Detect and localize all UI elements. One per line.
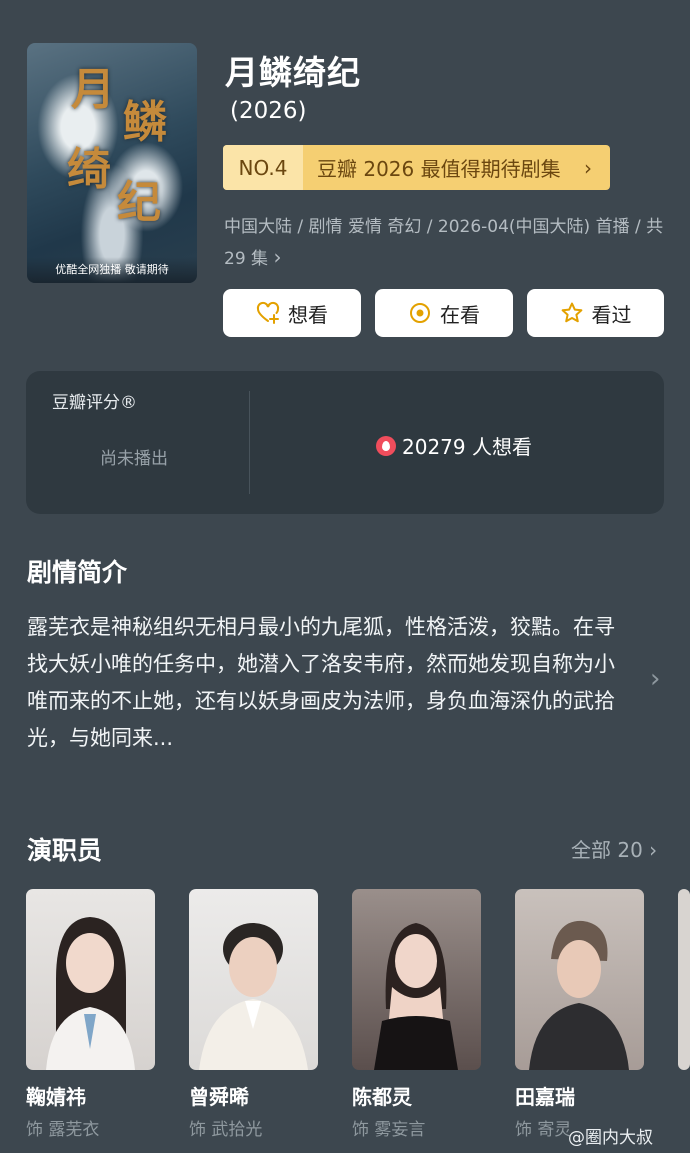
cast-portrait (374, 923, 458, 1070)
cast-photo[interactable] (515, 889, 644, 1070)
synopsis-text[interactable]: 露芜衣是神秘组织无相月最小的九尾狐，性格活泼，狡黠。在寻找大妖小唯的任务中，她潜… (27, 609, 627, 757)
cast-role: 饰 露芜衣 (26, 1120, 100, 1140)
poster-title-char: 绮 (67, 144, 111, 195)
chevron-right-icon: › (584, 155, 592, 180)
cast-photo[interactable] (189, 889, 318, 1070)
cast-role: 饰 寄灵 (515, 1120, 572, 1140)
chevron-right-icon: › (273, 245, 282, 269)
ranking-label: 豆瓣 2026 最值得期待剧集 (317, 157, 561, 181)
ranking-number: NO.4 (223, 145, 303, 190)
chevron-right-icon[interactable]: › (650, 664, 660, 694)
wish-count-text: 20279 人想看 (402, 435, 532, 459)
watching-button[interactable]: 在看 (375, 289, 513, 337)
rating-divider (249, 391, 250, 494)
fire-icon (376, 435, 396, 456)
cast-role: 饰 武拾光 (189, 1120, 263, 1140)
cast-photo[interactable] (678, 889, 690, 1070)
cast-portrait (46, 917, 135, 1070)
cast-name[interactable]: 曾舜晞 (189, 1081, 249, 1110)
cast-photo[interactable] (352, 889, 481, 1070)
ranking-badge[interactable]: NO.4 豆瓣 2026 最值得期待剧集 › (223, 145, 610, 190)
watermark: @圈内大叔 (568, 1128, 653, 1148)
cast-role: 饰 雾妄言 (352, 1120, 426, 1140)
cast-name[interactable]: 陈都灵 (352, 1081, 412, 1110)
show-title: 月鳞绮纪 (225, 53, 361, 92)
cast-photo[interactable] (26, 889, 155, 1070)
poster-title-char: 月 (71, 64, 115, 115)
want-to-watch-button[interactable]: 想看 (223, 289, 361, 337)
target-icon (410, 303, 430, 323)
want-to-watch-label: 想看 (288, 302, 328, 327)
poster-title-char: 鳞 (123, 97, 167, 148)
cast-heading: 演职员 (27, 836, 103, 865)
poster-title-char: 纪 (117, 177, 161, 228)
poster-caption: 优酷全网独播 敬请期待 (27, 257, 197, 283)
show-year: (2026) (230, 98, 307, 124)
rating-label: 豆瓣评分® (52, 393, 137, 413)
synopsis-heading: 剧情简介 (27, 558, 128, 587)
watched-button[interactable]: 看过 (527, 289, 664, 337)
rating-status: 尚未播出 (100, 449, 168, 469)
cast-portrait (199, 923, 308, 1070)
show-meta-text: 中国大陆 / 剧情 爱情 奇幻 / 2026-04(中国大陆) 首播 / 共 2… (224, 217, 664, 269)
show-meta[interactable]: 中国大陆 / 剧情 爱情 奇幻 / 2026-04(中国大陆) 首播 / 共 2… (224, 212, 664, 274)
cast-name[interactable]: 田嘉瑞 (515, 1081, 575, 1110)
watching-label: 在看 (440, 302, 480, 327)
cast-all-link[interactable]: 全部 20 › (571, 834, 657, 863)
star-icon (561, 302, 582, 323)
wish-count: 20279 人想看 (376, 431, 532, 460)
poster-image[interactable]: 月 鳞 绮 纪 优酷全网独播 敬请期待 (27, 43, 197, 283)
cast-name[interactable]: 鞠婧祎 (26, 1081, 86, 1110)
cast-portrait (529, 920, 629, 1070)
heart-plus-icon (256, 301, 280, 324)
watched-label: 看过 (591, 302, 632, 327)
